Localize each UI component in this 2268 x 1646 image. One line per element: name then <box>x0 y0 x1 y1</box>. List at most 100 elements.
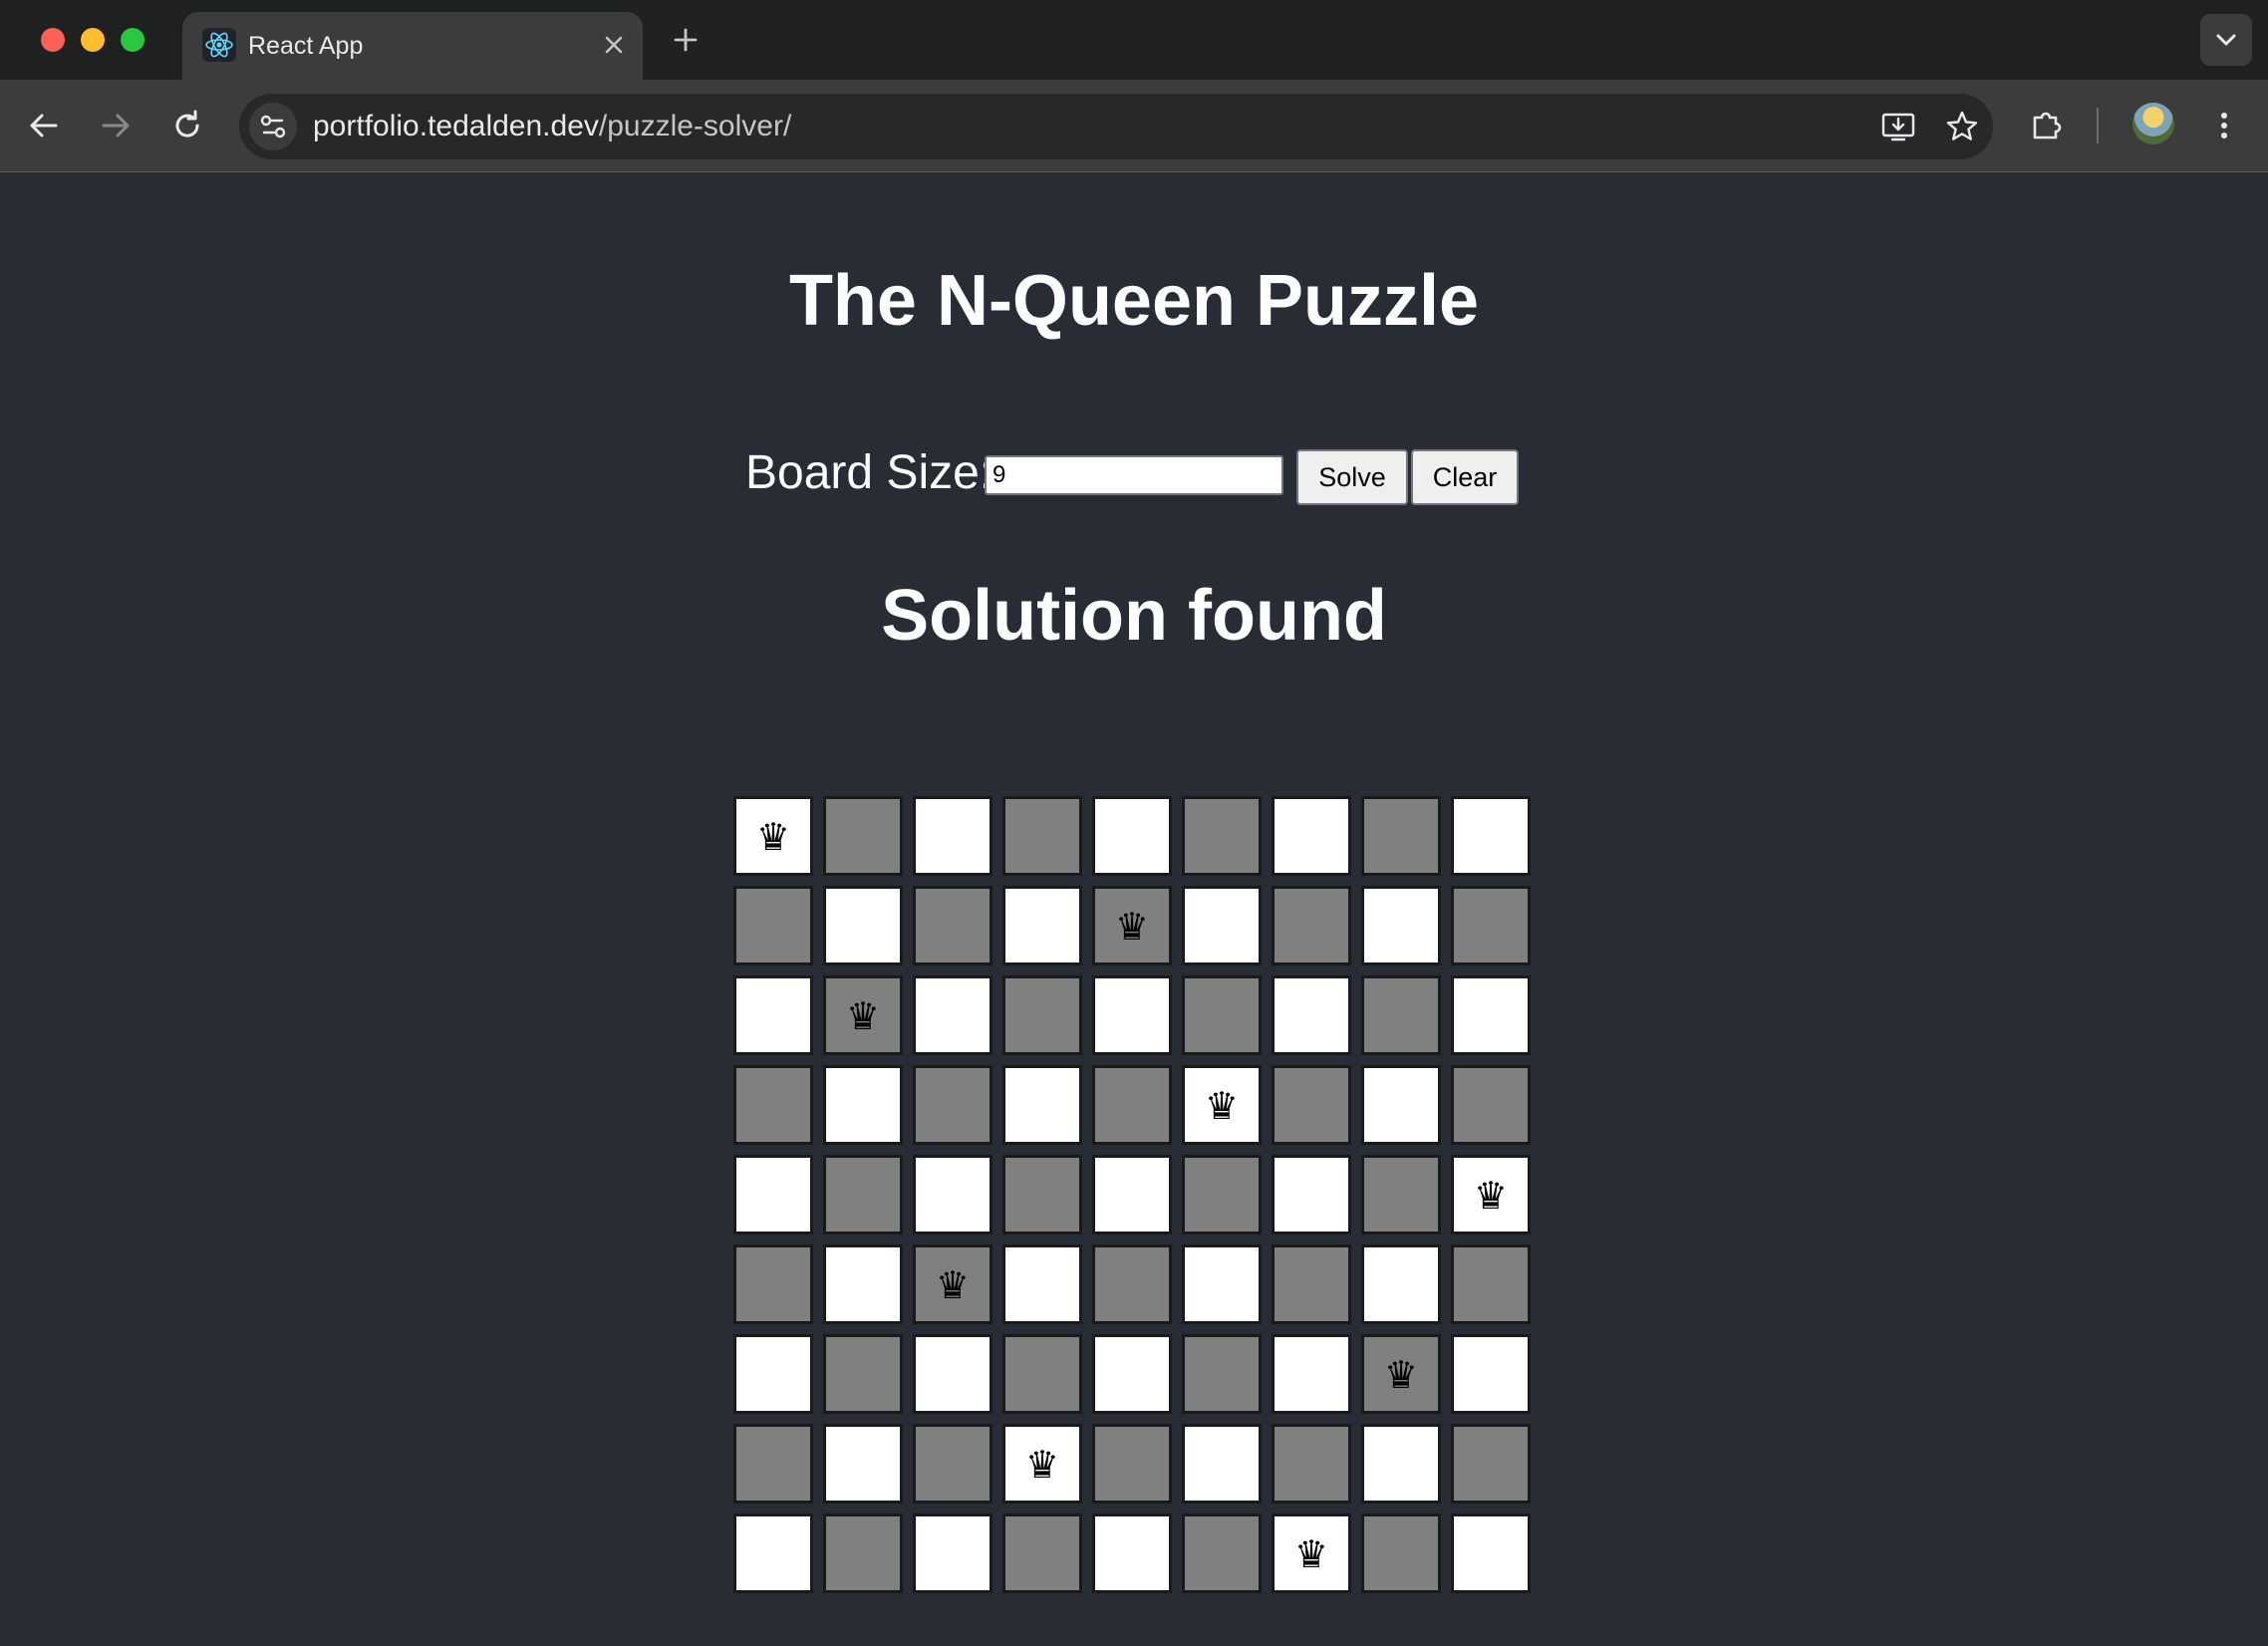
board-cell-r6-c2[interactable] <box>913 1334 992 1414</box>
window-close-button[interactable] <box>41 28 65 52</box>
board-cell-r5-c6[interactable] <box>1272 1244 1351 1324</box>
new-tab-icon[interactable] <box>668 22 704 58</box>
board-cell-r8-c7[interactable] <box>1361 1513 1441 1593</box>
board-cell-r1-c7[interactable] <box>1361 886 1441 965</box>
board-cell-r7-c7[interactable] <box>1361 1424 1441 1504</box>
board-cell-r2-c0[interactable] <box>733 975 813 1055</box>
board-cell-r2-c5[interactable] <box>1182 975 1262 1055</box>
window-maximize-button[interactable] <box>121 28 144 52</box>
close-icon[interactable] <box>599 30 629 60</box>
install-app-icon[interactable] <box>1879 108 1917 145</box>
board-cell-r4-c6[interactable] <box>1272 1155 1351 1234</box>
clear-button[interactable]: Clear <box>1411 449 1519 505</box>
board-cell-r4-c8[interactable]: ♛ <box>1451 1155 1531 1234</box>
board-cell-r3-c8[interactable] <box>1451 1065 1531 1145</box>
reload-icon[interactable] <box>165 104 209 147</box>
board-cell-r8-c6[interactable]: ♛ <box>1272 1513 1351 1593</box>
back-arrow-icon[interactable] <box>22 104 66 147</box>
board-size-input[interactable] <box>985 455 1283 495</box>
board-cell-r7-c1[interactable] <box>823 1424 903 1504</box>
board-cell-r6-c5[interactable] <box>1182 1334 1262 1414</box>
board-cell-r8-c0[interactable] <box>733 1513 813 1593</box>
board-cell-r3-c7[interactable] <box>1361 1065 1441 1145</box>
solve-button[interactable]: Solve <box>1296 449 1408 505</box>
bookmark-star-icon[interactable] <box>1943 108 1981 145</box>
board-cell-r0-c2[interactable] <box>913 796 992 876</box>
board-cell-r1-c3[interactable] <box>1002 886 1082 965</box>
board-cell-r1-c1[interactable] <box>823 886 903 965</box>
board-cell-r5-c1[interactable] <box>823 1244 903 1324</box>
board-cell-r3-c4[interactable] <box>1092 1065 1172 1145</box>
board-cell-r0-c3[interactable] <box>1002 796 1082 876</box>
board-cell-r2-c4[interactable] <box>1092 975 1172 1055</box>
address-bar[interactable]: portfolio.tedalden.dev/puzzle-solver/ <box>239 94 1993 159</box>
browser-tab-active[interactable]: React App <box>182 12 643 80</box>
board-cell-r5-c5[interactable] <box>1182 1244 1262 1324</box>
board-cell-r5-c2[interactable]: ♛ <box>913 1244 992 1324</box>
board-cell-r4-c0[interactable] <box>733 1155 813 1234</box>
board-cell-r5-c3[interactable] <box>1002 1244 1082 1324</box>
more-vertical-icon[interactable] <box>2202 104 2246 147</box>
board-cell-r6-c4[interactable] <box>1092 1334 1172 1414</box>
board-cell-r5-c4[interactable] <box>1092 1244 1172 1324</box>
site-info-button[interactable] <box>249 103 297 150</box>
board-cell-r3-c0[interactable] <box>733 1065 813 1145</box>
board-cell-r7-c2[interactable] <box>913 1424 992 1504</box>
board-cell-r0-c8[interactable] <box>1451 796 1531 876</box>
board-cell-r4-c7[interactable] <box>1361 1155 1441 1234</box>
board-cell-r1-c8[interactable] <box>1451 886 1531 965</box>
board-cell-r0-c1[interactable] <box>823 796 903 876</box>
board-cell-r4-c3[interactable] <box>1002 1155 1082 1234</box>
board-cell-r5-c8[interactable] <box>1451 1244 1531 1324</box>
board-cell-r2-c2[interactable] <box>913 975 992 1055</box>
board-cell-r6-c6[interactable] <box>1272 1334 1351 1414</box>
forward-arrow-icon[interactable] <box>94 104 138 147</box>
board-cell-r1-c5[interactable] <box>1182 886 1262 965</box>
board-cell-r3-c2[interactable] <box>913 1065 992 1145</box>
profile-avatar[interactable] <box>2132 103 2174 144</box>
board-cell-r6-c1[interactable] <box>823 1334 903 1414</box>
board-cell-r8-c3[interactable] <box>1002 1513 1082 1593</box>
board-cell-r0-c6[interactable] <box>1272 796 1351 876</box>
board-cell-r3-c5[interactable]: ♛ <box>1182 1065 1262 1145</box>
board-cell-r1-c2[interactable] <box>913 886 992 965</box>
board-cell-r4-c4[interactable] <box>1092 1155 1172 1234</box>
board-cell-r8-c4[interactable] <box>1092 1513 1172 1593</box>
board-cell-r1-c4[interactable]: ♛ <box>1092 886 1172 965</box>
board-cell-r4-c5[interactable] <box>1182 1155 1262 1234</box>
board-cell-r3-c3[interactable] <box>1002 1065 1082 1145</box>
board-cell-r3-c1[interactable] <box>823 1065 903 1145</box>
board-cell-r0-c0[interactable]: ♛ <box>733 796 813 876</box>
board-cell-r2-c7[interactable] <box>1361 975 1441 1055</box>
board-cell-r3-c6[interactable] <box>1272 1065 1351 1145</box>
board-cell-r7-c3[interactable]: ♛ <box>1002 1424 1082 1504</box>
window-minimize-button[interactable] <box>81 28 105 52</box>
board-cell-r1-c0[interactable] <box>733 886 813 965</box>
board-cell-r0-c4[interactable] <box>1092 796 1172 876</box>
board-cell-r8-c2[interactable] <box>913 1513 992 1593</box>
board-cell-r1-c6[interactable] <box>1272 886 1351 965</box>
board-cell-r6-c7[interactable]: ♛ <box>1361 1334 1441 1414</box>
board-cell-r7-c8[interactable] <box>1451 1424 1531 1504</box>
board-cell-r4-c2[interactable] <box>913 1155 992 1234</box>
board-cell-r0-c5[interactable] <box>1182 796 1262 876</box>
board-cell-r6-c3[interactable] <box>1002 1334 1082 1414</box>
board-cell-r2-c8[interactable] <box>1451 975 1531 1055</box>
board-cell-r7-c0[interactable] <box>733 1424 813 1504</box>
tab-search-button[interactable] <box>2200 14 2252 66</box>
board-cell-r8-c8[interactable] <box>1451 1513 1531 1593</box>
board-cell-r8-c5[interactable] <box>1182 1513 1262 1593</box>
board-cell-r7-c6[interactable] <box>1272 1424 1351 1504</box>
board-cell-r7-c5[interactable] <box>1182 1424 1262 1504</box>
board-cell-r2-c6[interactable] <box>1272 975 1351 1055</box>
board-cell-r8-c1[interactable] <box>823 1513 903 1593</box>
board-cell-r6-c0[interactable] <box>733 1334 813 1414</box>
board-cell-r4-c1[interactable] <box>823 1155 903 1234</box>
board-cell-r5-c7[interactable] <box>1361 1244 1441 1324</box>
board-cell-r0-c7[interactable] <box>1361 796 1441 876</box>
board-cell-r6-c8[interactable] <box>1451 1334 1531 1414</box>
board-cell-r2-c3[interactable] <box>1002 975 1082 1055</box>
board-cell-r5-c0[interactable] <box>733 1244 813 1324</box>
board-cell-r2-c1[interactable]: ♛ <box>823 975 903 1055</box>
board-cell-r7-c4[interactable] <box>1092 1424 1172 1504</box>
